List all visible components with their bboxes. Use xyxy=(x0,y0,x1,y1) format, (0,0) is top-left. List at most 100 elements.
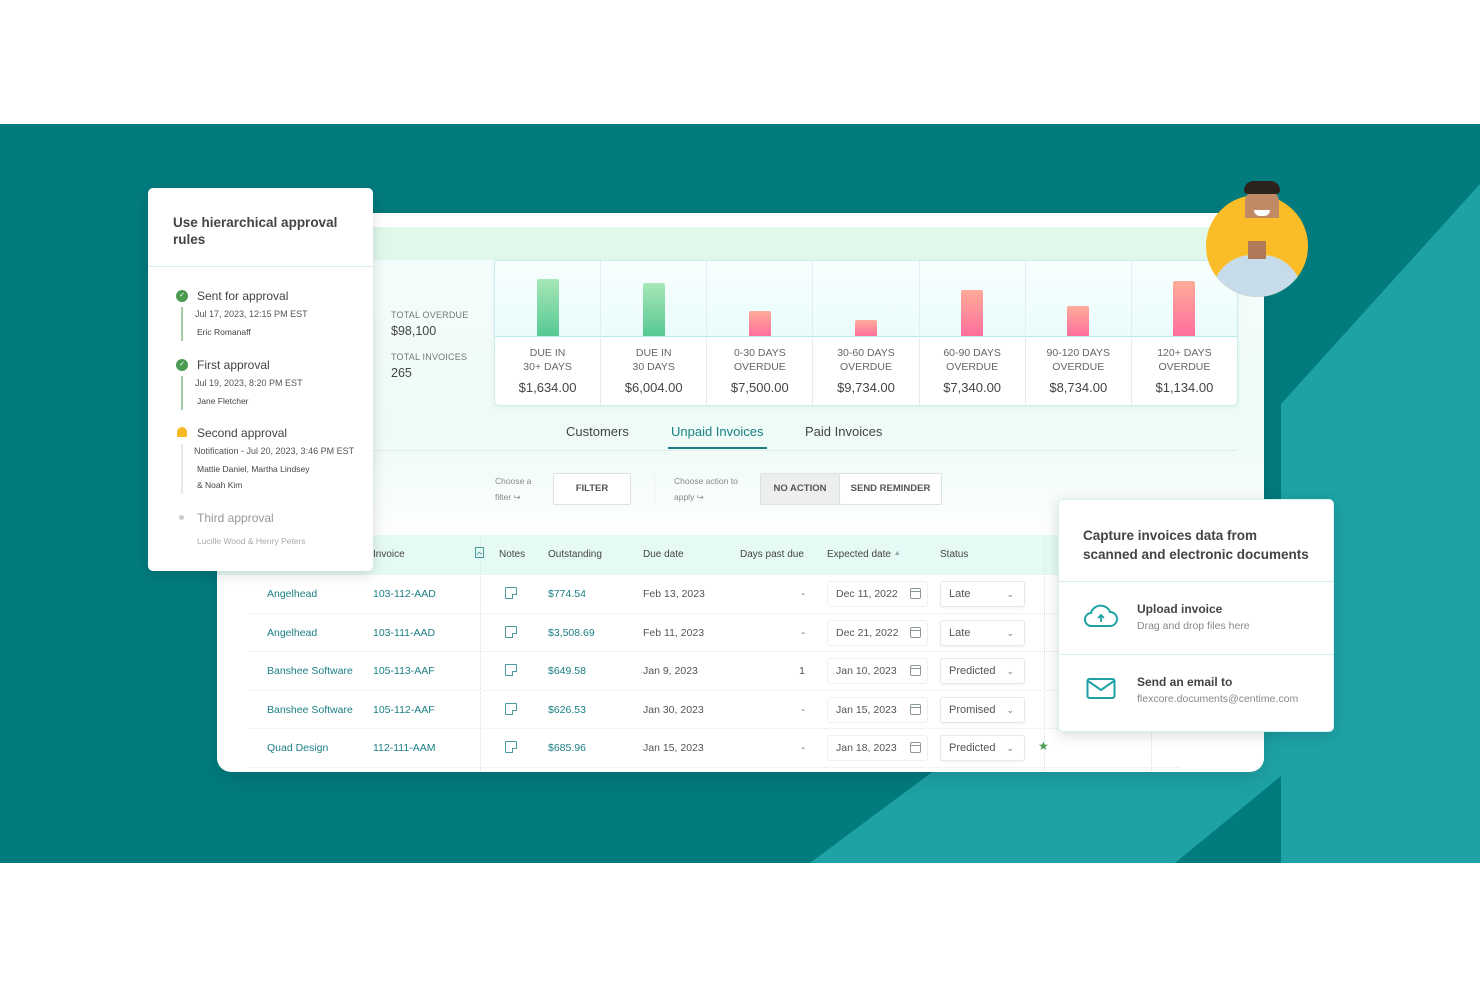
invoice-link[interactable]: 103-112-AAD xyxy=(373,588,436,600)
bucket-amount: $8,734.00 xyxy=(1049,380,1108,395)
bucket-amount: $9,734.00 xyxy=(837,380,895,395)
capture-invoices-card: Capture invoices data from scanned and e… xyxy=(1058,499,1334,732)
bucket-bar xyxy=(642,283,665,336)
send-reminder-button[interactable]: SEND REMINDER xyxy=(839,473,942,505)
bucket-amount: $7,500.00 xyxy=(730,380,789,395)
expected-date-picker[interactable]: Jan 18, 2023 xyxy=(827,735,928,761)
filter-button[interactable]: FILTER xyxy=(553,473,631,505)
upload-invoice-option[interactable]: Upload invoice Drag and drop files here xyxy=(1059,582,1333,654)
status-select[interactable]: Predicted ⌄ xyxy=(940,658,1025,684)
due-date: Jan 15, 2023 xyxy=(643,742,704,754)
bell-icon xyxy=(177,427,187,437)
total-overdue-label: TOTAL OVERDUE xyxy=(391,310,469,320)
days-past-due: - xyxy=(801,588,806,600)
check-circle-icon: ✓ xyxy=(176,359,188,371)
calendar-icon[interactable] xyxy=(910,588,921,599)
note-icon[interactable] xyxy=(505,741,517,753)
outstanding-amount: $3,508.69 xyxy=(548,626,595,639)
table-row[interactable]: Angelhead 103-111-AAD $3,508.69 Feb 11, 202… xyxy=(249,614,1179,652)
column-status[interactable]: Status xyxy=(940,549,968,560)
chevron-down-icon: ⌄ xyxy=(1006,666,1014,676)
invoice-link[interactable]: 112-111-AAM xyxy=(373,742,435,754)
no-action-button[interactable]: NO ACTION xyxy=(760,473,840,505)
chevron-down-icon: ⌄ xyxy=(1006,704,1014,715)
background-shape xyxy=(1281,184,1480,863)
bucket-label: 120+ DAYS OVERDUE xyxy=(1157,347,1212,373)
invoice-link[interactable]: 103-111-AAD xyxy=(373,627,435,639)
expected-date-picker[interactable]: Dec 11, 2022 xyxy=(827,581,928,607)
divider xyxy=(148,266,373,267)
bucket-amount: $7,340.00 xyxy=(943,380,1002,395)
tab-unpaid-invoices[interactable]: Unpaid Invoices xyxy=(668,424,767,449)
cloud-upload-icon xyxy=(1084,604,1118,627)
column-outstanding[interactable]: Outstanding xyxy=(548,549,602,560)
action-hint: Choose action to apply ↪ xyxy=(674,476,738,502)
expected-date-picker[interactable]: Jan 10, 2023 xyxy=(827,658,928,684)
column-notes[interactable]: Notes xyxy=(499,549,525,560)
filter-hint: Choose a filter ↪ xyxy=(495,476,532,502)
aging-bucket[interactable]: DUE IN 30 DAYS $6,004.00 xyxy=(601,261,708,405)
customer-link[interactable]: Angelhead xyxy=(267,588,317,600)
table-row[interactable]: Banshee Software 105-112-AAF $626.53 Jan 30… xyxy=(249,691,1179,729)
tab-customers[interactable]: Customers xyxy=(566,424,629,447)
bucket-bar xyxy=(1173,281,1196,336)
customer-link[interactable]: Angelhead xyxy=(267,627,317,639)
aging-bucket[interactable]: 60-90 DAYS OVERDUE $7,340.00 xyxy=(919,261,1026,405)
table-row[interactable]: Angelhead 103-112-AAD $774.54 Feb 13, 2023 -… xyxy=(249,575,1179,614)
status-select[interactable]: Predicted ⌄ xyxy=(940,735,1025,761)
customer-link[interactable]: Banshee Software xyxy=(267,704,353,716)
days-past-due: 1 xyxy=(799,665,805,677)
table-row[interactable]: Banshee Software 105-113-AAF $649.58 Jan 9,… xyxy=(249,652,1179,691)
column-days-past-due[interactable]: Days past due xyxy=(740,549,804,560)
bucket-amount: $1,134.00 xyxy=(1155,380,1214,395)
invoice-link[interactable]: 105-112-AAF xyxy=(373,704,435,716)
customer-link[interactable]: Quad Design xyxy=(267,742,328,754)
aging-bucket[interactable]: 90-120 DAYS OVERDUE $8,734.00 xyxy=(1025,261,1132,405)
note-icon[interactable] xyxy=(505,625,517,638)
capture-card-title: Capture invoices data from scanned and e… xyxy=(1083,528,1309,562)
status-select[interactable]: Late ⌄ xyxy=(940,619,1025,646)
aging-bucket[interactable]: DUE IN 30+ DAYS $1,634.00 xyxy=(495,261,602,405)
chevron-down-icon: ⌄ xyxy=(1006,589,1014,599)
status-select[interactable]: Promised ⌄ xyxy=(940,696,1025,723)
chevron-down-icon: ⌄ xyxy=(1006,743,1014,753)
status-select[interactable]: Late ⌄ xyxy=(940,581,1025,607)
expected-date-picker[interactable]: Dec 21, 2022 xyxy=(827,619,928,646)
days-past-due: - xyxy=(801,626,806,639)
bucket-bar xyxy=(961,290,984,336)
mail-icon xyxy=(1086,678,1116,699)
total-invoices-value: 265 xyxy=(391,366,412,380)
column-expected-date[interactable]: Expected date ▲ xyxy=(827,549,901,560)
due-date: Feb 13, 2023 xyxy=(643,588,705,600)
send-email-option[interactable]: Send an email to flexcore.documents@cent… xyxy=(1059,655,1333,727)
bucket-label: DUE IN 30+ DAYS xyxy=(523,347,572,373)
calendar-icon[interactable] xyxy=(910,665,921,676)
note-icon[interactable] xyxy=(505,587,517,599)
aging-bucket[interactable]: 0-30 DAYS OVERDUE $7,500.00 xyxy=(707,261,814,405)
approval-card-title: Use hierarchical approval rules xyxy=(173,215,338,247)
invoice-link[interactable]: 105-113-AAF xyxy=(373,665,435,677)
calendar-icon[interactable] xyxy=(910,703,921,715)
star-icon[interactable]: ★ xyxy=(1038,739,1049,753)
aging-bucket[interactable]: 30-60 DAYS OVERDUE $9,734.00 xyxy=(813,261,920,405)
calendar-icon[interactable] xyxy=(910,626,921,638)
column-invoice[interactable]: Invoice xyxy=(373,549,405,560)
tab-paid-invoices[interactable]: Paid Invoices xyxy=(805,424,882,447)
chevron-down-icon: ⌄ xyxy=(1006,627,1014,638)
approval-rules-card: Use hierarchical approval rules ✓ Sent f… xyxy=(148,188,373,571)
note-icon[interactable] xyxy=(505,702,517,715)
bucket-bar xyxy=(536,279,559,336)
note-icon[interactable] xyxy=(505,664,517,676)
column-due-date[interactable]: Due date xyxy=(643,549,684,560)
outstanding-amount: $774.54 xyxy=(548,588,586,600)
sort-icon[interactable]: ▲ xyxy=(894,550,901,557)
calendar-icon[interactable] xyxy=(910,742,921,753)
customer-link[interactable]: Banshee Software xyxy=(267,665,353,677)
table-row[interactable]: Quad Design 112-111-AAM $685.96 Jan 15, 202… xyxy=(249,729,1179,768)
bucket-bar xyxy=(748,311,771,336)
outstanding-amount: $626.53 xyxy=(548,703,586,716)
bucket-label: DUE IN 30 DAYS xyxy=(632,347,675,373)
expected-date-picker[interactable]: Jan 15, 2023 xyxy=(827,696,928,723)
days-past-due: - xyxy=(801,703,806,716)
bucket-bar xyxy=(1067,306,1090,336)
